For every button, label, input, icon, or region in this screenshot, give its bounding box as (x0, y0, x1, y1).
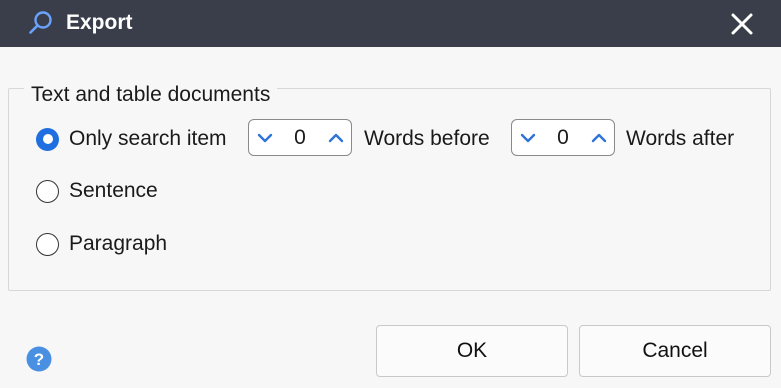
radio-label-paragraph: Paragraph (69, 232, 168, 255)
option-only-search-item[interactable]: Only search item (36, 127, 227, 151)
chevron-down-icon[interactable] (518, 128, 538, 148)
option-sentence[interactable]: Sentence (36, 179, 158, 203)
group-legend: Text and table documents (24, 83, 278, 107)
radio-only-search-item[interactable] (36, 127, 59, 151)
words-after-value[interactable]: 0 (542, 120, 584, 155)
title-bar: Export (0, 0, 781, 47)
words-before-label: Words before (364, 127, 490, 150)
option-paragraph[interactable]: Paragraph (36, 232, 167, 256)
search-icon (29, 11, 52, 34)
words-before-value[interactable]: 0 (279, 120, 321, 155)
radio-label-only-search-item: Only search item (69, 127, 227, 150)
radio-paragraph[interactable] (36, 232, 59, 256)
words-after-label: Words after (626, 127, 735, 150)
chevron-up-icon[interactable] (589, 128, 609, 148)
ok-button[interactable]: OK (376, 325, 568, 377)
words-before-stepper[interactable]: 0 (248, 119, 352, 156)
close-icon[interactable] (727, 9, 757, 39)
radio-sentence[interactable] (36, 179, 59, 203)
cancel-button[interactable]: Cancel (579, 325, 771, 377)
svg-text:?: ? (34, 350, 44, 369)
chevron-up-icon[interactable] (326, 128, 346, 148)
radio-label-sentence: Sentence (69, 179, 158, 202)
help-icon[interactable]: ? (26, 346, 52, 372)
dialog-title: Export (66, 11, 133, 34)
words-after-stepper[interactable]: 0 (511, 119, 615, 156)
chevron-down-icon[interactable] (255, 128, 275, 148)
